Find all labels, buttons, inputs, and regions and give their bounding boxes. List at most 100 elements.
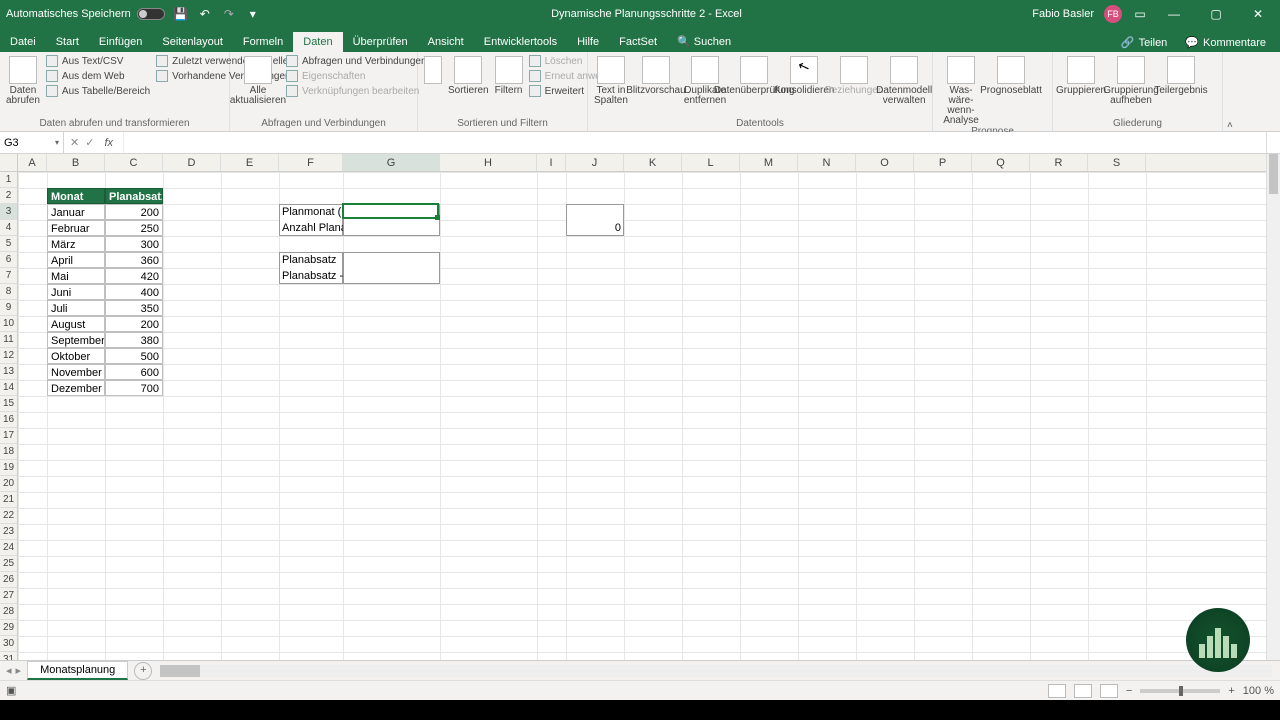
accept-formula-icon[interactable]: ✓	[85, 136, 94, 149]
cell[interactable]: 350	[105, 300, 163, 316]
ribbon-item[interactable]: Aus dem Web	[46, 69, 150, 83]
select-all-corner[interactable]	[0, 154, 18, 171]
column-header[interactable]: H	[440, 154, 537, 171]
ribbon-button[interactable]: Konsolidieren	[782, 54, 826, 96]
cell[interactable]: Anzahl Planausschnitt:	[279, 220, 343, 236]
row-header[interactable]: 7	[0, 268, 17, 284]
autosave-toggle[interactable]	[137, 8, 165, 20]
column-header[interactable]: R	[1030, 154, 1088, 171]
column-header[interactable]: K	[624, 154, 682, 171]
minimize-button[interactable]: —	[1158, 0, 1190, 28]
sort-button[interactable]: Sortieren	[448, 54, 489, 96]
cell[interactable]: 200	[105, 204, 163, 220]
row-header[interactable]: 30	[0, 636, 17, 652]
sheet-nav-next-icon[interactable]: ▸	[16, 664, 22, 677]
ribbon-button[interactable]: Text in Spalten	[594, 54, 628, 106]
horizontal-scrollbar[interactable]	[160, 665, 1272, 677]
add-sheet-button[interactable]: +	[134, 662, 152, 680]
cell[interactable]: August	[47, 316, 105, 332]
cell[interactable]: Oktober	[47, 348, 105, 364]
row-header[interactable]: 18	[0, 444, 17, 460]
cell[interactable]: 380	[105, 332, 163, 348]
row-header[interactable]: 14	[0, 380, 17, 396]
cell[interactable]: Januar	[47, 204, 105, 220]
name-box[interactable]: G3	[0, 132, 64, 153]
column-header[interactable]: B	[47, 154, 105, 171]
column-header[interactable]: N	[798, 154, 856, 171]
cell[interactable]: 300	[105, 236, 163, 252]
ribbon-item[interactable]: Eigenschaften	[286, 69, 427, 83]
cell[interactable]: September	[47, 332, 105, 348]
row-header[interactable]: 27	[0, 588, 17, 604]
row-header[interactable]: 1	[0, 172, 17, 188]
ribbon-item[interactable]: Verknüpfungen bearbeiten	[286, 84, 427, 98]
ribbon-button[interactable]: Was-wäre-wenn-Analyse	[939, 54, 983, 126]
sort-az-button[interactable]	[424, 54, 442, 84]
cell[interactable]: 700	[105, 380, 163, 396]
tab-seitenlayout[interactable]: Seitenlayout	[152, 32, 233, 52]
tab-ansicht[interactable]: Ansicht	[418, 32, 474, 52]
tab-formeln[interactable]: Formeln	[233, 32, 293, 52]
tab-daten[interactable]: Daten	[293, 32, 342, 52]
ribbon-item[interactable]: Aus Text/CSV	[46, 54, 150, 68]
vertical-scrollbar[interactable]	[1266, 154, 1280, 660]
cell[interactable]: 600	[105, 364, 163, 380]
ribbon-button[interactable]: Datenmodell verwalten	[882, 54, 926, 106]
sheet-tab[interactable]: Monatsplanung	[27, 661, 128, 680]
cell[interactable]: 400	[105, 284, 163, 300]
tab-einfügen[interactable]: Einfügen	[89, 32, 152, 52]
column-header[interactable]: E	[221, 154, 279, 171]
column-header[interactable]: D	[163, 154, 221, 171]
cell[interactable]: 500	[105, 348, 163, 364]
column-header[interactable]: S	[1088, 154, 1146, 171]
spreadsheet-grid[interactable]: ABCDEFGHIJKLMNOPQRS 12345678910111213141…	[0, 154, 1280, 660]
row-header[interactable]: 23	[0, 524, 17, 540]
ribbon-button[interactable]: Gruppieren	[1059, 54, 1103, 96]
cell[interactable]: November	[47, 364, 105, 380]
cell[interactable]: Februar	[47, 220, 105, 236]
row-header[interactable]: 16	[0, 412, 17, 428]
collapse-ribbon-button[interactable]: ˄	[1223, 120, 1237, 131]
maximize-button[interactable]: ▢	[1200, 0, 1232, 28]
cell[interactable]: Monat	[47, 188, 105, 204]
zoom-out-button[interactable]: −	[1126, 685, 1132, 697]
cell[interactable]: April	[47, 252, 105, 268]
ribbon-button[interactable]: Gruppierung aufheben	[1109, 54, 1153, 106]
ribbon-button[interactable]: Duplikate entfernen	[684, 54, 726, 106]
cell[interactable]: Dezember	[47, 380, 105, 396]
cell[interactable]: 250	[105, 220, 163, 236]
column-header[interactable]: M	[740, 154, 798, 171]
row-header[interactable]: 8	[0, 284, 17, 300]
column-header[interactable]: J	[566, 154, 624, 171]
column-header[interactable]: I	[537, 154, 566, 171]
row-header[interactable]: 11	[0, 332, 17, 348]
row-header[interactable]: 29	[0, 620, 17, 636]
column-header[interactable]: C	[105, 154, 163, 171]
column-header[interactable]: Q	[972, 154, 1030, 171]
row-header[interactable]: 10	[0, 316, 17, 332]
ribbon-mode-icon[interactable]: ▭	[1132, 6, 1148, 22]
row-header[interactable]: 4	[0, 220, 17, 236]
column-header[interactable]: F	[279, 154, 343, 171]
cell[interactable]: Juli	[47, 300, 105, 316]
cell[interactable]: 360	[105, 252, 163, 268]
cell[interactable]: 420	[105, 268, 163, 284]
tab-überprüfen[interactable]: Überprüfen	[343, 32, 418, 52]
tab-factset[interactable]: FactSet	[609, 32, 667, 52]
row-header[interactable]: 5	[0, 236, 17, 252]
refresh-all-button[interactable]: Alle aktualisieren	[236, 54, 280, 106]
row-header[interactable]: 20	[0, 476, 17, 492]
cell[interactable]: 0	[566, 220, 624, 236]
redo-icon[interactable]: ↷	[221, 6, 237, 22]
row-header[interactable]: 15	[0, 396, 17, 412]
undo-icon[interactable]: ↶	[197, 6, 213, 22]
row-header[interactable]: 31	[0, 652, 17, 660]
user-avatar[interactable]: FB	[1104, 5, 1122, 23]
view-normal-button[interactable]	[1048, 684, 1066, 698]
row-header[interactable]: 9	[0, 300, 17, 316]
ribbon-item[interactable]: Abfragen und Verbindungen	[286, 54, 427, 68]
share-button[interactable]: 🔗 Teilen	[1113, 33, 1175, 52]
ribbon-button[interactable]: Teilergebnis	[1159, 54, 1203, 96]
cell[interactable]: März	[47, 236, 105, 252]
row-header[interactable]: 12	[0, 348, 17, 364]
